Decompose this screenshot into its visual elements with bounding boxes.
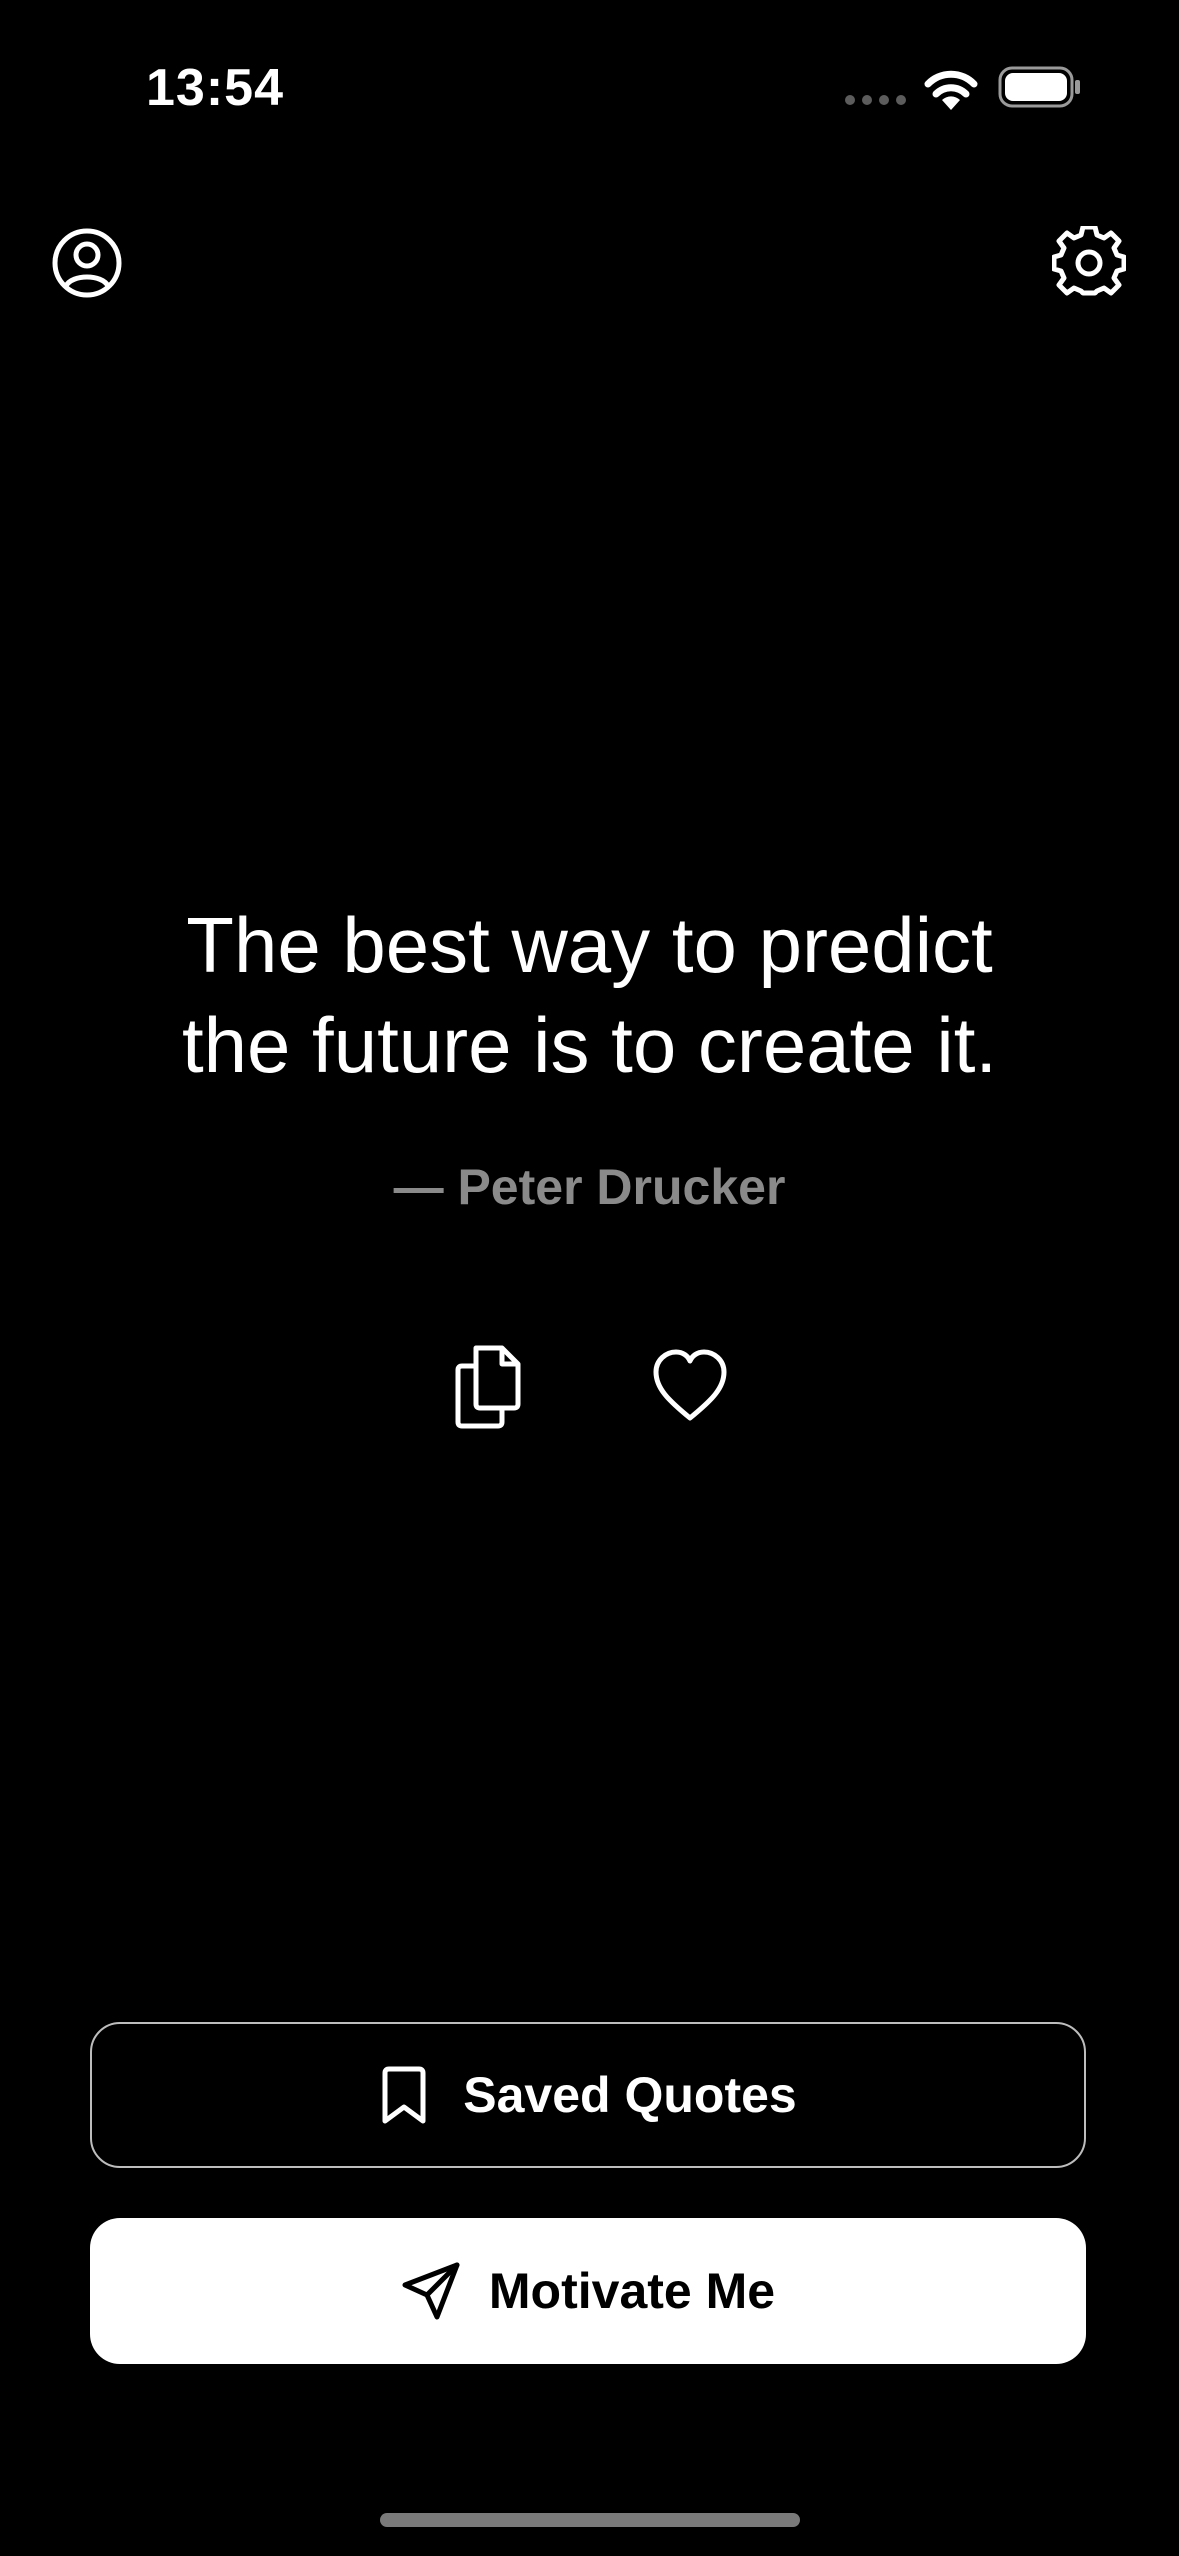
quote-line-2: the future is to create it. <box>181 1001 998 1089</box>
saved-quotes-button[interactable]: Saved Quotes <box>90 2022 1086 2168</box>
heart-icon <box>653 1349 727 1421</box>
quote-line-1: The best way to predict <box>186 901 993 989</box>
motivate-me-label: Motivate Me <box>488 2263 776 2319</box>
paper-plane-icon <box>402 2262 460 2320</box>
person-circle-icon <box>52 228 122 298</box>
favorite-button[interactable] <box>648 1346 732 1426</box>
home-indicator[interactable] <box>380 2513 800 2527</box>
status-bar-time: 13:54 <box>146 59 284 117</box>
copy-button[interactable] <box>446 1340 530 1430</box>
quote-text: The best way to predict the future is to… <box>90 895 1089 1095</box>
wifi-icon <box>924 70 978 110</box>
copy-icon <box>455 1345 521 1429</box>
saved-quotes-label: Saved Quotes <box>463 2067 797 2123</box>
gear-icon <box>1051 224 1127 296</box>
battery-icon <box>998 66 1080 108</box>
settings-button[interactable] <box>1051 224 1127 300</box>
motivate-me-button[interactable]: Motivate Me <box>90 2218 1086 2364</box>
bookmark-icon <box>382 2066 426 2124</box>
cellular-signal-icon <box>845 95 906 107</box>
profile-button[interactable] <box>50 226 124 300</box>
quote-author: — Peter Drucker <box>393 1159 786 1215</box>
